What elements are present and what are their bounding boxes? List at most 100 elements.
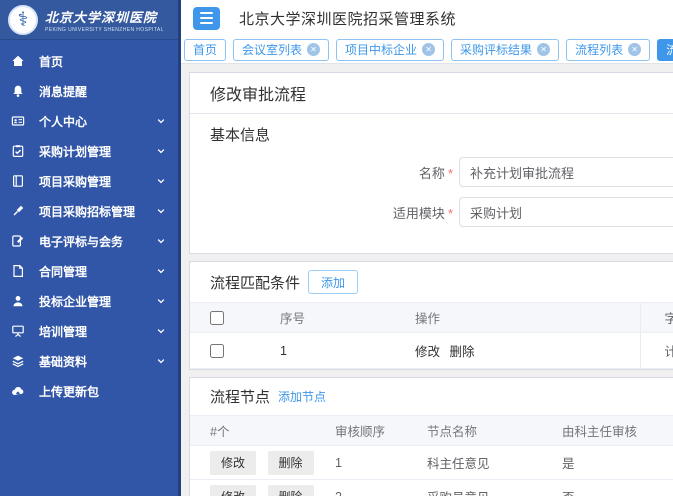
col-header-action: 操作 xyxy=(395,303,640,333)
close-icon[interactable]: ✕ xyxy=(307,43,320,56)
sidebar-item-bidder-management[interactable]: 投标企业管理 xyxy=(0,286,178,316)
cell-director: 否 xyxy=(542,480,673,496)
gavel-icon xyxy=(11,204,25,218)
sidebar-item-label: 基础资料 xyxy=(39,353,156,370)
basic-info-title: 基本信息 xyxy=(210,124,673,145)
cell-no: 1 xyxy=(260,333,395,369)
basic-info-section: 基本信息 名称* 适用模块* xyxy=(190,114,673,253)
process-nodes-title: 流程节点 xyxy=(210,386,270,407)
chevron-down-icon xyxy=(156,296,166,306)
edit-doc-icon xyxy=(11,234,25,248)
sidebar-item-label: 消息提醒 xyxy=(39,83,166,100)
table-header-row: #个 审核顺序 节点名称 由科主任审核 xyxy=(190,416,673,446)
sidebar-item-label: 上传更新包 xyxy=(39,383,166,400)
chevron-down-icon xyxy=(156,116,166,126)
hospital-logo-icon: ⚕ xyxy=(8,5,38,35)
table-header-row: 序号 操作 字 xyxy=(190,303,673,333)
col-header-no: 序号 xyxy=(260,303,395,333)
cell-name: 采购员意见 xyxy=(407,480,542,496)
tab-label: 项目中标企业 xyxy=(345,41,417,58)
delete-button[interactable]: 删除 xyxy=(268,451,314,475)
col-header-partial: 字 xyxy=(640,303,673,333)
sidebar-item-home[interactable]: 首页 xyxy=(0,46,178,76)
sidebar-item-label: 项目采购招标管理 xyxy=(39,203,156,220)
top-bar: 北京大学深圳医院招采管理系统 xyxy=(181,0,673,36)
chevron-down-icon xyxy=(156,146,166,156)
home-icon xyxy=(11,54,25,68)
sidebar-item-e-evaluation[interactable]: 电子评标与会务 xyxy=(0,226,178,256)
sidebar-item-label: 采购计划管理 xyxy=(39,143,156,160)
modify-link[interactable]: 修改 xyxy=(415,345,440,359)
cell-actions: 修改 删除 xyxy=(190,446,315,480)
tab-label: 流程列表 xyxy=(575,41,623,58)
menu-icon xyxy=(200,12,213,14)
match-conditions-title: 流程匹配条件 xyxy=(210,272,300,293)
sidebar-item-label: 投标企业管理 xyxy=(39,293,156,310)
cell-actions: 修改 删除 xyxy=(190,480,315,496)
card-header: 修改审批流程 xyxy=(190,73,673,114)
id-card-icon xyxy=(11,114,25,128)
col-header-order: 审核顺序 xyxy=(315,416,407,446)
tab-evaluation-results[interactable]: 采购评标结果 ✕ xyxy=(451,39,559,61)
chevron-down-icon xyxy=(156,176,166,186)
sidebar-item-project-purchase[interactable]: 项目采购管理 xyxy=(0,166,178,196)
add-condition-button[interactable]: 添加 xyxy=(308,270,358,294)
modify-button[interactable]: 修改 xyxy=(210,451,256,475)
add-node-link[interactable]: 添加节点 xyxy=(278,388,326,405)
hospital-name-cn: 北京大学深圳医院 xyxy=(45,7,164,26)
module-label: 适用模块* xyxy=(210,203,453,222)
sidebar-item-personal-center[interactable]: 个人中心 xyxy=(0,106,178,136)
match-conditions-table: 序号 操作 字 1 修改 删除 计 xyxy=(190,302,673,369)
module-input[interactable] xyxy=(459,197,673,227)
close-icon[interactable]: ✕ xyxy=(628,43,641,56)
sidebar-item-upload-package[interactable]: 上传更新包 xyxy=(0,376,178,406)
name-field-row: 名称* xyxy=(210,157,673,187)
module-field-row: 适用模块* xyxy=(210,197,673,227)
menu-toggle-button[interactable] xyxy=(193,7,220,30)
tab-label: 首页 xyxy=(193,41,217,58)
row-checkbox[interactable] xyxy=(210,344,224,358)
process-nodes-table: #个 审核顺序 节点名称 由科主任审核 修改 删除 1 科主任意见 xyxy=(190,415,673,496)
close-icon[interactable]: ✕ xyxy=(422,43,435,56)
process-nodes-header: 流程节点 添加节点 xyxy=(190,378,673,407)
hospital-logo-strip: ⚕ 北京大学深圳医院 PEKING UNIVERSITY SHENZHEN HO… xyxy=(0,0,178,40)
chevron-down-icon xyxy=(156,266,166,276)
tab-label: 流程 xyxy=(666,41,673,58)
sidebar-nav: 首页 消息提醒 个人中心 采购计划管理 项目采购管理 项目采购招标管理 xyxy=(0,40,178,406)
tab-label: 采购评标结果 xyxy=(460,41,532,58)
name-input[interactable] xyxy=(459,157,673,187)
sidebar-item-bidding-management[interactable]: 项目采购招标管理 xyxy=(0,196,178,226)
sidebar-item-contract-management[interactable]: 合同管理 xyxy=(0,256,178,286)
sidebar-item-label: 项目采购管理 xyxy=(39,173,156,190)
cell-director: 是 xyxy=(542,446,673,480)
page-title: 修改审批流程 xyxy=(210,81,673,105)
sidebar-item-purchase-plan[interactable]: 采购计划管理 xyxy=(0,136,178,166)
delete-link[interactable]: 删除 xyxy=(450,345,475,359)
delete-button[interactable]: 删除 xyxy=(268,485,314,496)
sidebar-item-label: 合同管理 xyxy=(39,263,156,280)
tab-process-list[interactable]: 流程列表 ✕ xyxy=(566,39,650,61)
tab-winning-bidders[interactable]: 项目中标企业 ✕ xyxy=(336,39,444,61)
tab-process[interactable]: 流程✕ xyxy=(657,39,673,61)
cell-partial: 计 xyxy=(640,333,673,369)
chevron-down-icon xyxy=(156,326,166,336)
book-icon xyxy=(11,174,25,188)
modify-button[interactable]: 修改 xyxy=(210,485,256,496)
tab-home[interactable]: 首页 xyxy=(184,39,226,61)
contract-icon xyxy=(11,264,25,278)
required-marker: * xyxy=(448,166,453,181)
table-row: 修改 删除 2 采购员意见 否 xyxy=(190,480,673,496)
clipboard-icon xyxy=(11,144,25,158)
main-area: 北京大学深圳医院招采管理系统 首页 会议室列表✕ 项目中标企业 ✕ 采购评标结果 ✕… xyxy=(181,0,673,496)
tab-meeting-room-list[interactable]: 会议室列表✕ xyxy=(233,39,329,61)
table-row: 1 修改 删除 计 xyxy=(190,333,673,369)
sidebar-item-training-management[interactable]: 培训管理 xyxy=(0,316,178,346)
close-icon[interactable]: ✕ xyxy=(537,43,550,56)
select-all-checkbox[interactable] xyxy=(210,311,224,325)
sidebar: ⚕ 北京大学深圳医院 PEKING UNIVERSITY SHENZHEN HO… xyxy=(0,0,181,496)
col-header-hash: #个 xyxy=(190,416,315,446)
cell-name: 科主任意见 xyxy=(407,446,542,480)
sidebar-item-messages[interactable]: 消息提醒 xyxy=(0,76,178,106)
sidebar-item-basic-data[interactable]: 基础资料 xyxy=(0,346,178,376)
required-marker: * xyxy=(448,206,453,221)
